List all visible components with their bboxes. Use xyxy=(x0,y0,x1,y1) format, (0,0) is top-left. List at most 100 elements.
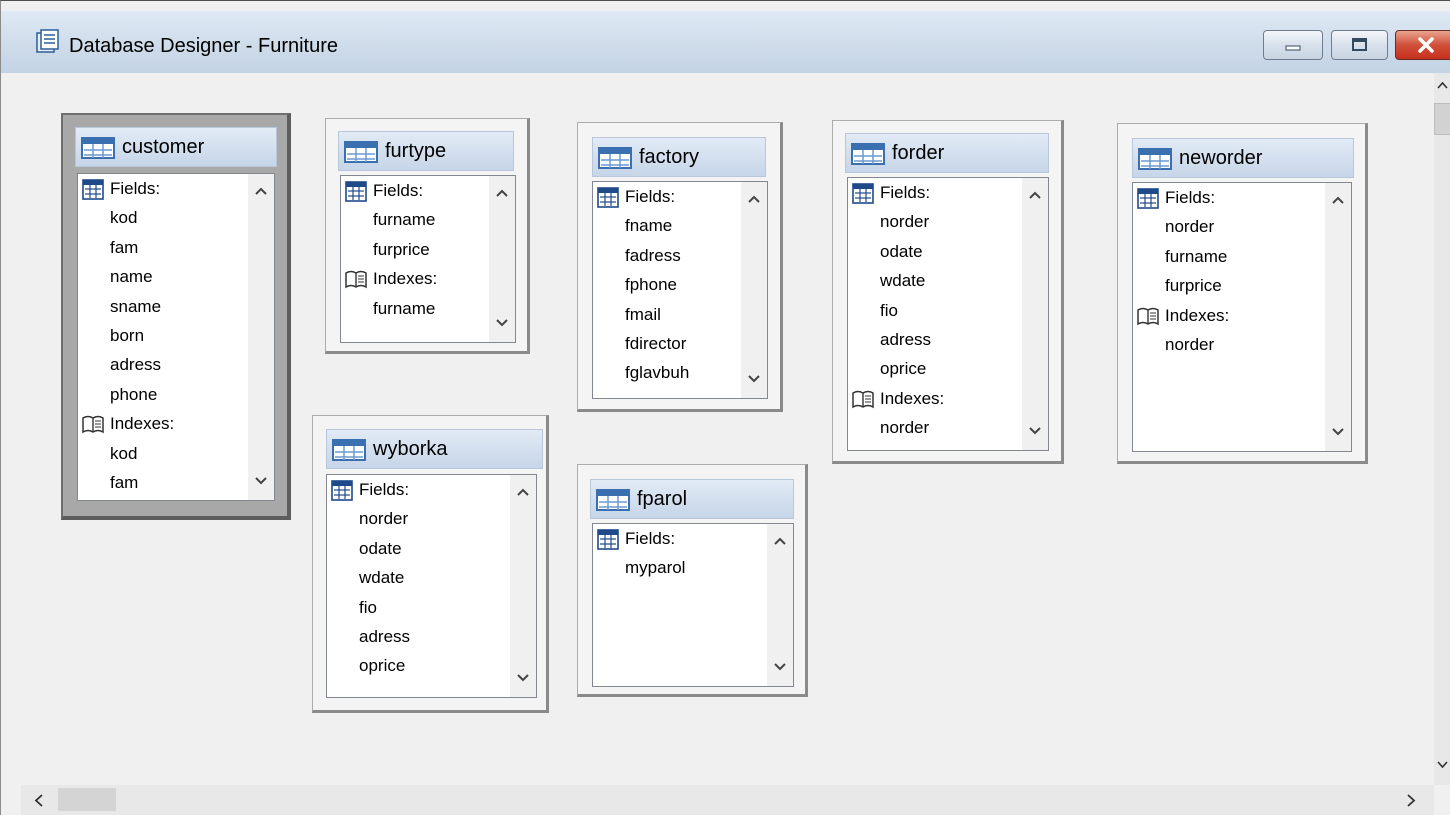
indexes-section-label[interactable]: Indexes: xyxy=(341,266,437,295)
fields-section-label[interactable]: Fields: xyxy=(341,178,423,207)
field-item[interactable]: fam xyxy=(78,238,138,267)
field-item[interactable]: fio xyxy=(327,598,377,627)
table-header[interactable]: fparol xyxy=(590,479,794,519)
vertical-scrollbar[interactable] xyxy=(1434,73,1450,785)
list-scrollbar[interactable] xyxy=(1022,178,1048,450)
table-header[interactable]: wyborka xyxy=(326,429,543,469)
table-header[interactable]: customer xyxy=(75,127,277,167)
field-item[interactable]: fio xyxy=(848,301,898,330)
horizontal-scrollbar[interactable] xyxy=(21,785,1434,815)
table-member-list[interactable]: Fields: fname fadress fphone fmail fdirector f… xyxy=(592,181,768,399)
field-item[interactable]: furname xyxy=(341,210,435,239)
scroll-up-icon[interactable] xyxy=(1434,77,1450,93)
field-item[interactable]: born xyxy=(78,326,144,355)
field-item[interactable]: norder xyxy=(848,212,929,241)
chevron-up-icon[interactable] xyxy=(1022,184,1048,206)
chevron-up-icon[interactable] xyxy=(248,180,274,202)
field-item[interactable]: furprice xyxy=(1133,276,1222,305)
field-item[interactable]: norder xyxy=(327,509,408,538)
chevron-down-icon[interactable] xyxy=(489,312,515,334)
scroll-right-icon[interactable] xyxy=(1403,792,1419,809)
fields-section-label[interactable]: Fields: xyxy=(593,526,675,555)
field-item[interactable]: kod xyxy=(78,208,137,237)
vertical-scroll-thumb[interactable] xyxy=(1434,103,1450,135)
scroll-down-icon[interactable] xyxy=(1434,757,1450,773)
indexes-section-label[interactable]: Indexes: xyxy=(78,411,174,440)
table-neworder[interactable]: neworder Fields: norder furname furprice Inde… xyxy=(1117,123,1368,464)
fields-section-label[interactable]: Fields: xyxy=(78,176,160,205)
scroll-left-icon[interactable] xyxy=(31,792,47,809)
field-item[interactable]: wdate xyxy=(327,568,404,597)
list-scrollbar[interactable] xyxy=(767,524,793,686)
field-item[interactable]: wdate xyxy=(848,271,925,300)
indexes-section-label[interactable]: Indexes: xyxy=(848,386,944,415)
fields-section-label[interactable]: Fields: xyxy=(327,477,409,506)
chevron-up-icon[interactable] xyxy=(1325,189,1351,211)
field-item[interactable]: name xyxy=(78,267,153,296)
field-item[interactable]: fdirector xyxy=(593,334,686,363)
field-item[interactable]: fphone xyxy=(593,275,677,304)
field-item[interactable]: fname xyxy=(593,216,672,245)
chevron-down-icon[interactable] xyxy=(767,656,793,678)
field-item[interactable]: norder xyxy=(1133,217,1214,246)
table-header[interactable]: factory xyxy=(592,137,766,177)
list-scrollbar[interactable] xyxy=(248,174,274,500)
table-member-list[interactable]: Fields: norder furname furprice Indexes: nord… xyxy=(1132,182,1352,452)
table-forder[interactable]: forder Fields: norder odate wdate fio adress op… xyxy=(832,120,1064,464)
field-item[interactable]: sname xyxy=(78,297,161,326)
chevron-down-icon[interactable] xyxy=(1022,420,1048,442)
list-scrollbar[interactable] xyxy=(489,176,515,342)
field-item[interactable]: odate xyxy=(327,539,402,568)
field-item[interactable]: furname xyxy=(1133,247,1227,276)
table-member-list[interactable]: Fields: furname furprice Indexes: furname xyxy=(340,175,516,343)
field-item[interactable]: odate xyxy=(848,242,923,271)
minimize-button[interactable] xyxy=(1263,30,1323,60)
field-item[interactable]: phone xyxy=(78,385,157,414)
restore-button[interactable] xyxy=(1331,30,1388,60)
index-item[interactable]: norder xyxy=(848,418,929,447)
field-item[interactable]: fglavbuh xyxy=(593,363,689,392)
field-item[interactable]: fmail xyxy=(593,305,661,334)
close-button[interactable] xyxy=(1395,30,1450,60)
table-member-list[interactable]: Fields: norder odate wdate fio adress oprice xyxy=(326,474,537,698)
chevron-up-icon[interactable] xyxy=(767,530,793,552)
fields-section-label[interactable]: Fields: xyxy=(593,184,675,213)
chevron-down-icon[interactable] xyxy=(248,470,274,492)
list-scrollbar[interactable] xyxy=(1325,183,1351,451)
table-header[interactable]: forder xyxy=(845,133,1049,173)
chevron-up-icon[interactable] xyxy=(489,182,515,204)
table-member-list[interactable]: Fields: kod fam name sname born adress phone Ind… xyxy=(77,173,275,501)
chevron-down-icon[interactable] xyxy=(1325,421,1351,443)
field-item[interactable]: furprice xyxy=(341,240,430,269)
table-wyborka[interactable]: wyborka Fields: norder odate wdate fio adress o… xyxy=(312,415,549,713)
table-factory[interactable]: factory Fields: fname fadress fphone fmail fdi… xyxy=(577,122,783,412)
horizontal-scroll-thumb[interactable] xyxy=(58,788,116,811)
table-member-list[interactable]: Fields: myparol xyxy=(592,523,794,687)
table-fparol[interactable]: fparol Fields: myparol xyxy=(577,464,808,697)
field-item[interactable]: fadress xyxy=(593,246,681,275)
indexes-section-label[interactable]: Indexes: xyxy=(1133,303,1229,332)
index-item[interactable]: furname xyxy=(341,299,435,328)
field-item[interactable]: oprice xyxy=(848,359,926,388)
chevron-down-icon[interactable] xyxy=(741,368,767,390)
table-header[interactable]: neworder xyxy=(1132,138,1354,178)
chevron-down-icon[interactable] xyxy=(510,667,536,689)
field-item[interactable]: adress xyxy=(848,330,931,359)
fields-section-label[interactable]: Fields: xyxy=(1133,185,1215,214)
fields-section-label[interactable]: Fields: xyxy=(848,180,930,209)
table-header[interactable]: furtype xyxy=(338,131,514,171)
index-item[interactable]: kod xyxy=(78,444,137,473)
chevron-up-icon[interactable] xyxy=(741,188,767,210)
list-scrollbar[interactable] xyxy=(741,182,767,398)
index-item[interactable]: fam xyxy=(78,473,138,500)
chevron-up-icon[interactable] xyxy=(510,481,536,503)
list-scrollbar[interactable] xyxy=(510,475,536,697)
field-item[interactable]: adress xyxy=(78,355,161,384)
table-furtype[interactable]: furtype Fields: furname furprice Indexes: fur… xyxy=(325,118,530,354)
table-customer[interactable]: customer Fields: kod fam name sname born adress… xyxy=(61,113,291,520)
field-item[interactable]: myparol xyxy=(593,558,685,587)
table-member-list[interactable]: Fields: norder odate wdate fio adress oprice In… xyxy=(847,177,1049,451)
title-bar[interactable]: Database Designer - Furniture xyxy=(1,11,1450,73)
field-item[interactable]: oprice xyxy=(327,656,405,685)
field-item[interactable]: adress xyxy=(327,627,410,656)
